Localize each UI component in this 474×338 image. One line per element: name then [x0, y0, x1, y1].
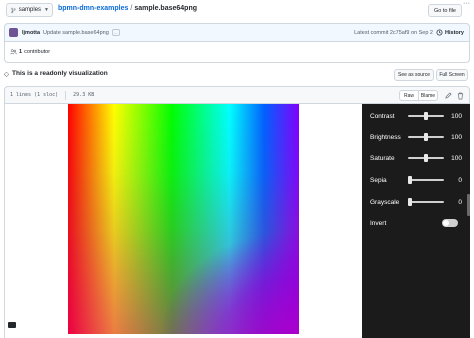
commit-message-link[interactable]: Update sample.base64png	[43, 30, 109, 36]
slider-track	[408, 179, 444, 181]
branch-label: samples	[18, 7, 42, 13]
gradient-image	[68, 104, 299, 334]
branch-select-button[interactable]: samples ▼	[6, 3, 53, 17]
slider-thumb[interactable]	[424, 112, 428, 120]
invert-toggle[interactable]	[442, 219, 458, 227]
more-options-icon[interactable]: ···	[463, 0, 470, 7]
go-to-file-button[interactable]: Go to file	[428, 4, 462, 17]
edit-pencil-icon[interactable]	[443, 90, 453, 101]
filter-row-grayscale: Grayscale 0	[370, 196, 466, 208]
expand-commit-button[interactable]: …	[111, 29, 120, 36]
invert-label: Invert	[370, 219, 387, 227]
history-link[interactable]: History	[436, 29, 464, 36]
raw-button[interactable]: Raw	[399, 90, 419, 101]
full-screen-button[interactable]: Full Screen	[436, 69, 468, 81]
slider-track	[408, 201, 444, 203]
grayscale-slider[interactable]	[408, 196, 444, 208]
chevron-down-icon: ▼	[44, 7, 49, 13]
header-divider	[65, 90, 67, 100]
top-bar: samples ▼ bpmn-dmn-examples / sample.base6…	[0, 0, 474, 20]
filter-row-invert: Invert	[370, 217, 466, 229]
filter-label: Brightness	[370, 133, 401, 141]
filter-label: Contrast	[370, 112, 395, 120]
contributor-label: contributor	[24, 49, 51, 55]
blame-button[interactable]: Blame	[418, 90, 438, 101]
breadcrumb-repo-link[interactable]: bpmn-dmn-examples	[58, 5, 128, 12]
brightness-slider[interactable]	[408, 131, 444, 143]
filter-label: Saturate	[370, 154, 395, 162]
contributors-bar[interactable]: 1 contributor	[4, 42, 470, 63]
contributor-count: 1	[19, 49, 23, 55]
file-size: 29.3 KB	[73, 92, 95, 98]
filter-row-contrast: Contrast 100	[370, 110, 466, 122]
see-as-source-button[interactable]: See as source	[394, 69, 434, 81]
slider-thumb[interactable]	[424, 133, 428, 141]
filter-label: Sepia	[370, 176, 387, 184]
avatar[interactable]	[9, 28, 18, 37]
filter-row-sepia: Sepia 0	[370, 174, 466, 186]
filter-value: 100	[451, 154, 462, 162]
breadcrumb: bpmn-dmn-examples / sample.base64png	[58, 5, 197, 12]
breadcrumb-separator: /	[130, 5, 133, 12]
toggle-knob	[443, 220, 449, 226]
slider-thumb[interactable]	[408, 198, 413, 206]
file-header: 1 lines (1 sloc) 29.3 KB Raw Blame	[4, 86, 470, 104]
filter-value: 0	[458, 198, 462, 206]
branch-icon	[11, 7, 16, 13]
latest-commit-bar: ljmotta Update sample.base64png … Latest…	[4, 23, 470, 42]
slider-thumb[interactable]	[408, 176, 413, 184]
people-icon	[10, 49, 17, 55]
image-viewer: Contrast 100 Brightness 100 Saturate 100 Sepia…	[4, 104, 470, 338]
history-icon	[436, 29, 443, 36]
filter-row-saturate: Saturate 100	[370, 152, 466, 164]
saturate-slider[interactable]	[408, 152, 444, 164]
slider-thumb[interactable]	[424, 154, 428, 162]
visualization-title-text: This is a readonly visualization	[12, 70, 108, 77]
latest-commit-info[interactable]: Latest commit 2c75af9 on Sep 2	[354, 30, 433, 36]
filter-value: 0	[458, 176, 462, 184]
trash-icon[interactable]	[455, 90, 465, 101]
commit-author-link[interactable]: ljmotta	[22, 30, 40, 36]
file-lines: 1 lines (1 sloc)	[10, 92, 59, 98]
diamond-icon: ◇	[4, 71, 9, 78]
filter-value: 100	[451, 112, 462, 120]
filter-label: Grayscale	[370, 198, 400, 206]
image-icon	[8, 322, 16, 328]
filter-value: 100	[451, 133, 462, 141]
filter-panel: Contrast 100 Brightness 100 Saturate 100 Sepia…	[362, 104, 470, 338]
panel-scrollbar[interactable]	[467, 194, 470, 216]
filter-row-brightness: Brightness 100	[370, 131, 466, 143]
sepia-slider[interactable]	[408, 174, 444, 186]
contrast-slider[interactable]	[408, 110, 444, 122]
breadcrumb-file: sample.base64png	[134, 5, 197, 12]
history-label: History	[445, 29, 464, 36]
visualization-title: ◇ This is a readonly visualization	[4, 70, 108, 78]
